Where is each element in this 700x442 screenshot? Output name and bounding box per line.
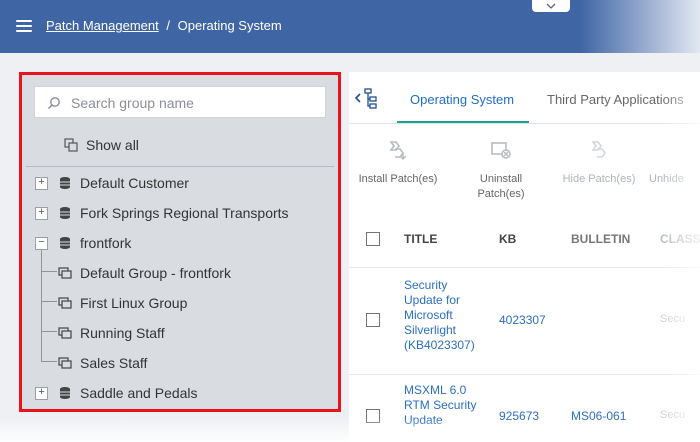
chevron-down-icon xyxy=(546,3,556,9)
tree-item-first-linux-group[interactable]: First Linux Group xyxy=(58,292,187,314)
select-all-checkbox[interactable] xyxy=(366,232,380,246)
class-cell: Secu xyxy=(660,409,686,421)
expand-icon[interactable]: + xyxy=(35,206,48,220)
tree-item-default-customer[interactable]: + Default Customer xyxy=(35,172,189,194)
uninstall-patch-icon xyxy=(491,142,511,159)
hide-patches-label: Hide Patch(es) xyxy=(562,173,636,185)
breadcrumb-patch-management[interactable]: Patch Management xyxy=(46,18,159,33)
expand-icon[interactable]: + xyxy=(35,386,48,400)
row-checkbox[interactable] xyxy=(366,313,380,327)
tree-item-default-group-frontfork[interactable]: Default Group - frontfork xyxy=(58,262,231,284)
customer-database-icon xyxy=(60,177,70,189)
title-line: MSXML 6.0 xyxy=(404,383,467,397)
hide-patch-icon xyxy=(591,141,606,158)
header-divider xyxy=(349,267,700,268)
expand-icon[interactable]: + xyxy=(35,176,48,190)
show-all-label: Show all xyxy=(86,137,139,153)
tree-divider xyxy=(26,166,334,167)
tree-item-label: Sales Staff xyxy=(80,355,148,371)
tree-item-label: Running Staff xyxy=(80,325,165,341)
install-patches-button[interactable]: Install Patch(es) xyxy=(353,138,443,187)
hamburger-menu-icon[interactable] xyxy=(16,20,32,32)
tree-connector xyxy=(41,271,57,272)
breadcrumb-separator: / xyxy=(166,18,170,33)
device-group-icon xyxy=(58,297,72,309)
tree-item-label: Fork Springs Regional Transports xyxy=(80,205,289,221)
patch-title-link[interactable]: MSXML 6.0 RTM Security Update xyxy=(404,383,484,428)
kb-link[interactable]: 4023307 xyxy=(499,313,546,328)
row-divider xyxy=(349,374,700,375)
title-line: Security xyxy=(404,278,448,292)
uninstall-patches-button[interactable]: Uninstall Patch(es) xyxy=(461,138,541,202)
customer-database-icon xyxy=(60,207,70,219)
breadcrumb-current: Operating System xyxy=(177,18,282,33)
device-group-icon xyxy=(58,267,72,279)
tree-item-label: frontfork xyxy=(80,235,132,251)
tabs-divider xyxy=(349,123,700,124)
column-header-title[interactable]: TITLE xyxy=(404,232,437,246)
title-line: Silverlight xyxy=(404,323,457,337)
column-header-class[interactable]: CLASS xyxy=(660,232,700,246)
collapse-header-button[interactable] xyxy=(532,0,570,12)
top-bar: Patch Management / Operating System xyxy=(0,0,700,53)
title-line: Update xyxy=(404,413,443,427)
patch-title-link[interactable]: Security Update for Microsoft Silverligh… xyxy=(404,278,484,353)
tab-third-party-applications[interactable]: Third Party Applications xyxy=(547,92,684,107)
show-all-icon xyxy=(64,138,78,152)
class-cell: Secu xyxy=(660,313,686,325)
tree-connector xyxy=(41,249,42,361)
kb-link[interactable]: 925673 xyxy=(499,409,539,424)
title-line: (KB4023307) xyxy=(404,338,475,352)
group-search-box[interactable] xyxy=(34,86,326,118)
tree-item-label: First Linux Group xyxy=(80,295,188,311)
bulletin-link[interactable]: MS06-061 xyxy=(571,409,626,424)
tree-item-label: Default Customer xyxy=(80,175,189,191)
tree-connector xyxy=(41,301,57,302)
tree-item-sales-staff[interactable]: Sales Staff xyxy=(58,352,147,374)
collapse-icon[interactable]: − xyxy=(35,236,48,250)
device-group-icon xyxy=(58,327,72,339)
group-tree-panel: Show all + Default Customer + Fork Sprin… xyxy=(19,72,341,412)
tree-item-frontfork[interactable]: − frontfork xyxy=(35,232,131,254)
unhide-patches-button[interactable]: Unhide xyxy=(649,138,700,187)
tree-item-saddle-and-pedals[interactable]: + Saddle and Pedals xyxy=(35,382,198,404)
tree-connector xyxy=(41,331,57,332)
install-patch-icon xyxy=(389,141,407,160)
title-line: Update for xyxy=(404,293,461,307)
column-header-bulletin[interactable]: BULLETIN xyxy=(571,232,630,246)
breadcrumb: Patch Management / Operating System xyxy=(46,18,282,33)
tree-toggle-icon[interactable] xyxy=(353,86,379,110)
customer-database-icon xyxy=(60,237,70,249)
title-line: Microsoft xyxy=(404,308,453,322)
tree-item-label: Default Group - frontfork xyxy=(80,265,231,281)
device-group-icon xyxy=(58,357,72,369)
search-group-input[interactable] xyxy=(71,94,311,112)
tab-operating-system[interactable]: Operating System xyxy=(410,92,514,107)
tree-item-label: Saddle and Pedals xyxy=(80,385,198,401)
customer-database-icon xyxy=(60,387,70,399)
unhide-patch-icon xyxy=(649,138,673,162)
row-checkbox[interactable] xyxy=(366,409,380,423)
tree-item-running-staff[interactable]: Running Staff xyxy=(58,322,165,344)
tree-item-fork-springs[interactable]: + Fork Springs Regional Transports xyxy=(35,202,289,224)
search-icon xyxy=(47,97,60,110)
column-header-kb[interactable]: KB xyxy=(499,232,516,246)
header-fade xyxy=(580,0,700,53)
unhide-patches-label: Unhide xyxy=(649,173,684,185)
show-all-button[interactable]: Show all xyxy=(64,137,139,153)
install-patches-label: Install Patch(es) xyxy=(358,173,438,185)
title-line: RTM Security xyxy=(404,398,477,412)
uninstall-patches-label: Uninstall Patch(es) xyxy=(477,173,525,200)
patch-content-panel: Operating System Third Party Application… xyxy=(349,72,700,442)
hide-patches-button[interactable]: Hide Patch(es) xyxy=(554,138,644,187)
tree-connector xyxy=(41,361,57,362)
